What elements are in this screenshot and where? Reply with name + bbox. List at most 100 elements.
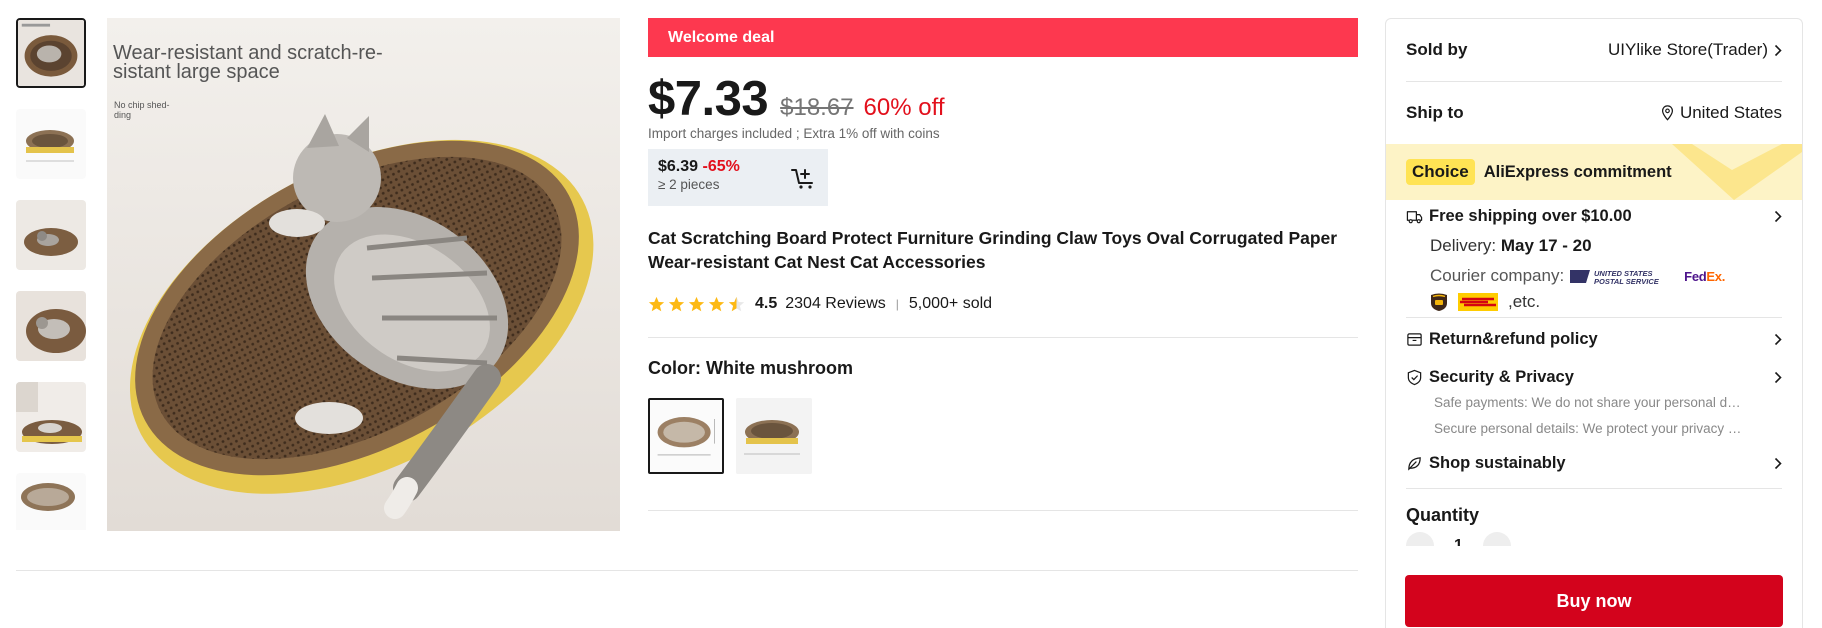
choice-commitment-band[interactable]: Choice AliExpress commitment [1386,144,1802,200]
thumbnail[interactable] [16,291,86,361]
thumbnail-image [16,291,86,361]
welcome-deal-banner: Welcome deal [648,18,1358,57]
quantity-label: Quantity [1406,505,1480,525]
product-info: Welcome deal $7.33 $18.67 60% off Import… [648,18,1358,511]
import-charges-note: Import charges included ; Extra 1% off w… [648,126,940,141]
return-policy-text: Return&refund policy [1429,329,1598,348]
thumbnail[interactable] [16,473,86,530]
thumbnail-strip [16,18,88,530]
bulk-price-box[interactable]: $6.39 -65% ≥ 2 pieces [648,149,828,206]
usps-logo-icon: UNITED STATES POSTAL SERVICE [1570,269,1660,286]
shop-sustainably-row[interactable]: Shop sustainably [1406,450,1782,476]
store-link[interactable]: UIYlike Store(Trader) [1608,40,1782,60]
panel-divider [1406,488,1782,489]
security-privacy-benefit[interactable]: Security & Privacy [1386,364,1802,390]
return-box-icon [1407,332,1422,346]
thumbnail[interactable] [16,18,86,88]
commitment-text: AliExpress commitment [1483,162,1672,181]
choice-badge: Choice [1406,159,1475,185]
sold-count: 5,000+ sold [908,295,993,312]
chevron-right-icon [1774,371,1782,383]
product-title: Cat Scratching Board Protect Furniture G… [648,228,1338,272]
quantity-value[interactable]: 1 [1454,537,1463,546]
location-pin-icon [1661,105,1673,121]
price-row: $7.33 $18.67 60% off [648,71,1358,126]
thumbnail[interactable] [16,382,86,452]
ship-to-label: Ship to [1406,103,1464,122]
rating-separator: | [895,297,899,311]
chevron-right-icon [1774,457,1782,469]
ship-to-row[interactable]: Ship to United States [1386,82,1802,144]
thumbnail[interactable] [16,200,86,270]
leaf-icon [1408,456,1421,471]
section-divider [648,510,1358,511]
fedex-fe: Fed [1684,268,1707,284]
quantity-stepper: 1 [1386,532,1802,546]
section-divider [648,337,1358,338]
quantity-decrease-button[interactable] [1406,532,1434,546]
return-policy-row[interactable]: Return&refund policy [1406,326,1782,352]
delivery-label: Delivery: [1430,236,1497,255]
half-star-icon [728,296,745,311]
free-shipping-text: Free shipping over $10.00 [1429,206,1632,225]
buy-now-button[interactable]: Buy now [1405,575,1783,627]
rating-value: 4.5 [755,295,778,312]
image-note: No chip shed-ding [114,100,170,120]
delivery-dates: May 17 - 20 [1500,236,1592,255]
discount-percent: 60% off [863,94,945,121]
sold-by-row[interactable]: Sold by UIYlike Store(Trader) [1386,19,1802,81]
page-divider [16,570,1358,571]
quantity-increase-button[interactable] [1482,532,1511,546]
svg-text:POSTAL SERVICE: POSTAL SERVICE [1594,277,1660,286]
add-to-cart-icon[interactable] [790,165,816,191]
thumbnail-image [16,473,86,530]
courier-etc: ,etc. [1508,292,1541,311]
chevron-right-icon [1774,333,1782,345]
shop-sustainably-title: Shop sustainably [1406,454,1566,473]
return-policy-benefit[interactable]: Return&refund policy [1386,326,1802,352]
courier-row: Courier company: UNITED STATES POSTAL SE… [1386,263,1802,289]
shield-check-icon [1407,369,1422,385]
swatch-yellow[interactable] [736,398,812,474]
fedex-ex: Ex [1706,268,1722,284]
ship-to-country[interactable]: United States [1661,103,1782,123]
image-caption: Wear-resistant and scratch-re-sistant la… [113,42,383,83]
thumbnail-image [16,382,86,452]
thumbnail-image [18,20,84,86]
rating-row: 4.5 2304 Reviews | 5,000+ sold [648,292,1358,316]
free-shipping-benefit[interactable]: Free shipping over $10.00 [1386,203,1802,229]
security-privacy-row[interactable]: Security & Privacy [1406,364,1782,390]
security-privacy-title: Security & Privacy [1406,368,1574,387]
star-icon [688,296,705,311]
secure-details-line: Secure personal details: We protect your… [1434,421,1746,436]
thumbnail-image [16,109,86,179]
star-rating [648,296,745,313]
truck-icon [1406,210,1423,223]
swatch-white-mushroom[interactable] [648,398,724,474]
color-swatches [648,398,1358,474]
sold-by-label: Sold by [1406,40,1468,59]
cat-in-scratcher-image [107,18,620,531]
main-product-image[interactable]: Wear-resistant and scratch-re-sistant la… [107,18,620,531]
star-icon [708,296,725,311]
shop-sustainably-benefit[interactable]: Shop sustainably [1386,450,1802,476]
courier-label: Courier company: [1430,266,1565,285]
original-price: $18.67 [780,94,854,121]
swatch-image [650,400,722,472]
return-policy-title: Return&refund policy [1406,330,1598,349]
bulk-price-value: $6.39 [658,158,699,175]
panel-divider [1406,317,1782,318]
thumbnail[interactable] [16,109,86,179]
free-shipping-title: Free shipping over $10.00 [1406,207,1632,226]
fedex-logo: FedEx. [1684,269,1725,284]
reviews-link[interactable]: 2304 Reviews [785,295,886,313]
chevron-right-icon [1774,44,1782,56]
free-shipping-row[interactable]: Free shipping over $10.00 [1406,203,1782,229]
courier-row-2: ,etc. [1386,291,1802,313]
current-price: $7.33 [648,72,769,126]
color-label: Color: White mushroom [648,358,853,378]
safe-payments-line: Safe payments: We do not share your pers… [1434,395,1746,410]
swatch-image [736,398,812,474]
star-icon [648,296,665,311]
store-name: UIYlike Store(Trader) [1608,40,1768,59]
